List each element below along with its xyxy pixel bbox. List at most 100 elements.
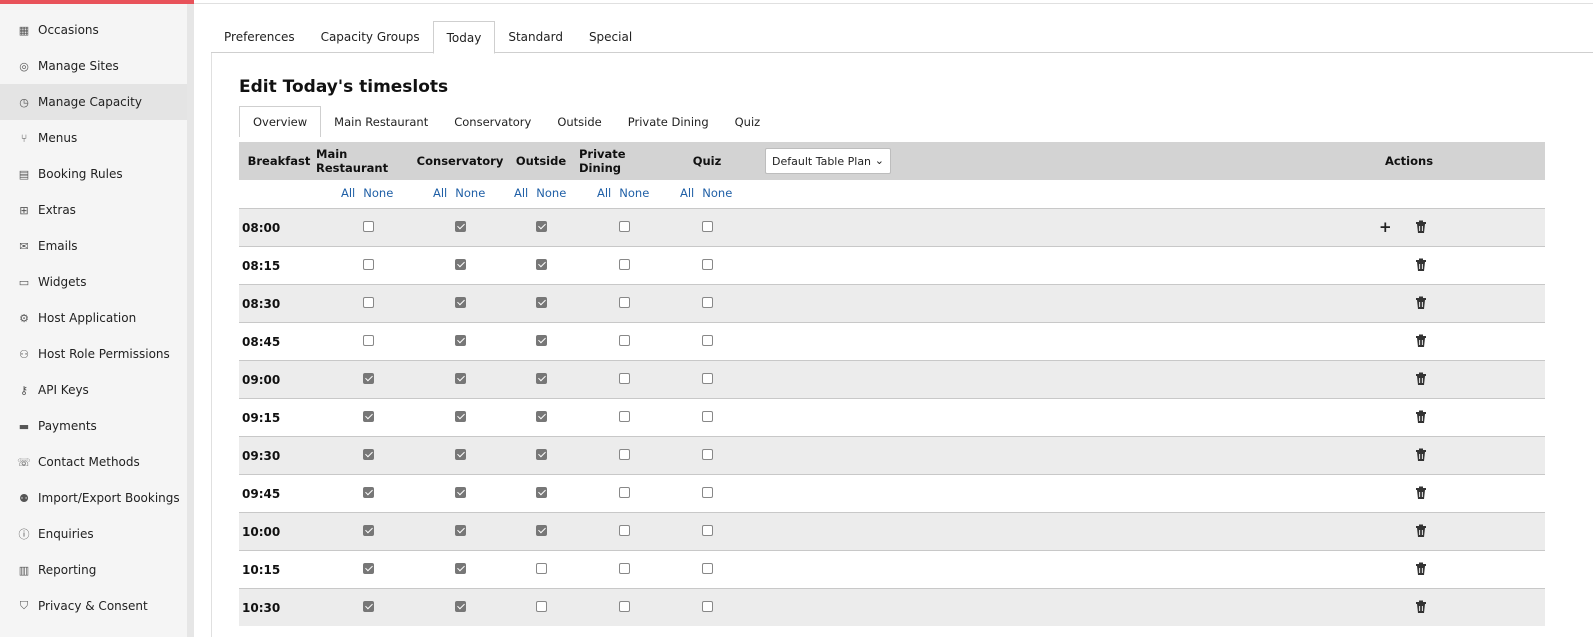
sidebar-item-extras[interactable]: ⊞ Extras xyxy=(0,192,187,228)
checkbox-quiz[interactable] xyxy=(702,335,713,346)
checkbox-outside[interactable] xyxy=(536,297,547,308)
checkbox-conservatory[interactable] xyxy=(455,563,466,574)
sidebar-item-privacy-consent[interactable]: ⛉ Privacy & Consent xyxy=(0,588,187,624)
subtab-main-restaurant[interactable]: Main Restaurant xyxy=(321,106,441,137)
checkbox-private-dining[interactable] xyxy=(619,373,630,384)
select-all-link[interactable]: All xyxy=(680,186,694,200)
sidebar-scrollbar[interactable] xyxy=(187,4,194,637)
checkbox-outside[interactable] xyxy=(536,411,547,422)
checkbox-quiz[interactable] xyxy=(702,487,713,498)
select-none-link[interactable]: None xyxy=(363,186,393,200)
sidebar-item-host-application[interactable]: ⚙ Host Application xyxy=(0,300,187,336)
table-plan-select[interactable]: Default Table Plan ⌄ xyxy=(765,148,891,174)
checkbox-conservatory[interactable] xyxy=(455,411,466,422)
tab-special[interactable]: Special xyxy=(576,21,645,53)
sidebar-item-manage-capacity[interactable]: ◷ Manage Capacity xyxy=(0,84,187,120)
checkbox-conservatory[interactable] xyxy=(455,449,466,460)
sidebar-item-menus[interactable]: ⑂ Menus xyxy=(0,120,187,156)
checkbox-private-dining[interactable] xyxy=(619,259,630,270)
sidebar-item-emails[interactable]: ✉ Emails xyxy=(0,228,187,264)
sidebar-item-booking-rules[interactable]: ▤ Booking Rules xyxy=(0,156,187,192)
trash-icon[interactable] xyxy=(1415,219,1429,235)
subtab-conservatory[interactable]: Conservatory xyxy=(441,106,544,137)
trash-icon[interactable] xyxy=(1415,599,1429,615)
sidebar-item-contact-methods[interactable]: ☏ Contact Methods xyxy=(0,444,187,480)
sidebar-item-api-keys[interactable]: ⚷ API Keys xyxy=(0,372,187,408)
trash-icon[interactable] xyxy=(1415,447,1429,463)
checkbox-conservatory[interactable] xyxy=(455,297,466,308)
add-icon[interactable]: + xyxy=(1379,218,1392,236)
sidebar-item-payments[interactable]: ▬ Payments xyxy=(0,408,187,444)
trash-icon[interactable] xyxy=(1415,295,1429,311)
sidebar-item-manage-sites[interactable]: ◎ Manage Sites xyxy=(0,48,187,84)
checkbox-private-dining[interactable] xyxy=(619,335,630,346)
select-all-link[interactable]: All xyxy=(433,186,447,200)
checkbox-conservatory[interactable] xyxy=(455,259,466,270)
checkbox-main-restaurant[interactable] xyxy=(363,411,374,422)
select-all-link[interactable]: All xyxy=(341,186,355,200)
checkbox-main-restaurant[interactable] xyxy=(363,335,374,346)
sidebar-item-reporting[interactable]: ▥ Reporting xyxy=(0,552,187,588)
trash-icon[interactable] xyxy=(1415,333,1429,349)
sidebar-item-occasions[interactable]: ▦ Occasions xyxy=(0,12,187,48)
checkbox-conservatory[interactable] xyxy=(455,221,466,232)
sidebar-item-enquiries[interactable]: ⓘ Enquiries xyxy=(0,516,187,552)
trash-icon[interactable] xyxy=(1415,257,1429,273)
checkbox-private-dining[interactable] xyxy=(619,487,630,498)
sidebar-item-host-role-permissions[interactable]: ⚇ Host Role Permissions xyxy=(0,336,187,372)
select-none-link[interactable]: None xyxy=(619,186,649,200)
tab-standard[interactable]: Standard xyxy=(495,21,576,53)
checkbox-quiz[interactable] xyxy=(702,449,713,460)
checkbox-private-dining[interactable] xyxy=(619,525,630,536)
checkbox-quiz[interactable] xyxy=(702,259,713,270)
tab-today[interactable]: Today xyxy=(432,21,496,54)
checkbox-quiz[interactable] xyxy=(702,297,713,308)
sidebar-item-widgets[interactable]: ▭ Widgets xyxy=(0,264,187,300)
trash-icon[interactable] xyxy=(1415,523,1429,539)
checkbox-quiz[interactable] xyxy=(702,373,713,384)
checkbox-outside[interactable] xyxy=(536,373,547,384)
checkbox-main-restaurant[interactable] xyxy=(363,563,374,574)
checkbox-private-dining[interactable] xyxy=(619,601,630,612)
checkbox-conservatory[interactable] xyxy=(455,525,466,536)
select-none-link[interactable]: None xyxy=(702,186,732,200)
checkbox-conservatory[interactable] xyxy=(455,601,466,612)
checkbox-private-dining[interactable] xyxy=(619,297,630,308)
checkbox-quiz[interactable] xyxy=(702,563,713,574)
trash-icon[interactable] xyxy=(1415,371,1429,387)
select-none-link[interactable]: None xyxy=(455,186,485,200)
checkbox-main-restaurant[interactable] xyxy=(363,525,374,536)
checkbox-outside[interactable] xyxy=(536,449,547,460)
checkbox-outside[interactable] xyxy=(536,563,547,574)
subtab-overview[interactable]: Overview xyxy=(239,106,322,137)
checkbox-quiz[interactable] xyxy=(702,601,713,612)
checkbox-outside[interactable] xyxy=(536,221,547,232)
tab-capacity-groups[interactable]: Capacity Groups xyxy=(308,21,433,53)
subtab-quiz[interactable]: Quiz xyxy=(722,106,774,137)
checkbox-quiz[interactable] xyxy=(702,221,713,232)
checkbox-main-restaurant[interactable] xyxy=(363,601,374,612)
checkbox-main-restaurant[interactable] xyxy=(363,487,374,498)
checkbox-outside[interactable] xyxy=(536,525,547,536)
checkbox-main-restaurant[interactable] xyxy=(363,259,374,270)
checkbox-main-restaurant[interactable] xyxy=(363,221,374,232)
checkbox-private-dining[interactable] xyxy=(619,221,630,232)
checkbox-outside[interactable] xyxy=(536,259,547,270)
checkbox-outside[interactable] xyxy=(536,335,547,346)
checkbox-conservatory[interactable] xyxy=(455,335,466,346)
select-all-link[interactable]: All xyxy=(597,186,611,200)
trash-icon[interactable] xyxy=(1415,561,1429,577)
trash-icon[interactable] xyxy=(1415,409,1429,425)
checkbox-conservatory[interactable] xyxy=(455,373,466,384)
tab-preferences[interactable]: Preferences xyxy=(211,21,308,53)
select-none-link[interactable]: None xyxy=(536,186,566,200)
checkbox-private-dining[interactable] xyxy=(619,449,630,460)
checkbox-outside[interactable] xyxy=(536,601,547,612)
sidebar-item-import-export-bookings[interactable]: ⚉ Import/Export Bookings xyxy=(0,480,187,516)
select-all-link[interactable]: All xyxy=(514,186,528,200)
checkbox-outside[interactable] xyxy=(536,487,547,498)
checkbox-private-dining[interactable] xyxy=(619,411,630,422)
checkbox-main-restaurant[interactable] xyxy=(363,449,374,460)
trash-icon[interactable] xyxy=(1415,485,1429,501)
subtab-private-dining[interactable]: Private Dining xyxy=(615,106,722,137)
